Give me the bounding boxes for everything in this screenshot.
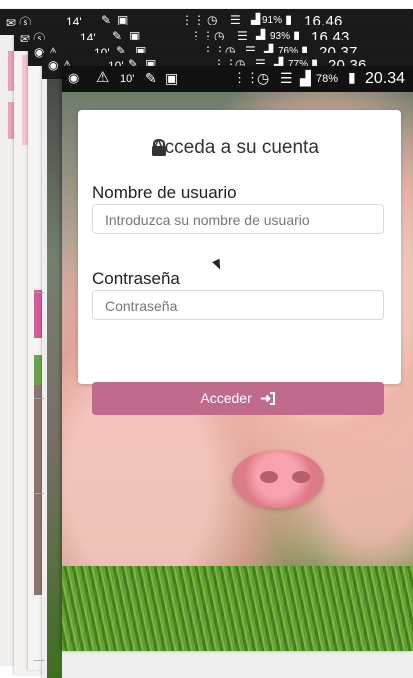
- wifi-icon: ☰: [280, 70, 293, 86]
- warning-icon: ⚠: [96, 69, 110, 86]
- dashed-mark: [34, 493, 44, 495]
- username-label: Nombre de usuario: [92, 183, 237, 202]
- login-button[interactable]: Acceder: [92, 382, 384, 415]
- password-label: Contraseña: [92, 269, 180, 288]
- background-photo-edge: [47, 79, 62, 678]
- battery-percent: 78%: [316, 73, 339, 85]
- stopwatch-icon: ◉: [68, 70, 80, 85]
- clipboard-icon: ▣: [165, 70, 179, 86]
- password-input[interactable]: Contraseña: [92, 290, 384, 320]
- dashed-mark: [34, 660, 44, 662]
- alarm-icon: ◷: [257, 70, 270, 86]
- front-phone-screen: ◉ ⚠ 10' ✎ ▣ ⋮⋮ ◷ ☰ ▟ 78% ▮ 20.34 Acceda …: [62, 66, 413, 651]
- grass-foreground: [62, 566, 413, 651]
- login-title: Acceda a su cuenta: [152, 137, 319, 158]
- pen-icon: ✎: [145, 70, 157, 86]
- pig-nostril: [260, 471, 278, 483]
- status-minutes: 10': [120, 73, 135, 85]
- dashed-mark: [34, 292, 44, 294]
- signal-icon: ▟: [300, 70, 311, 86]
- pig-snout: [232, 450, 324, 508]
- vibration-icon: ⋮⋮: [233, 70, 259, 85]
- login-icon: [260, 392, 275, 405]
- login-card: Acceda a su cuenta Nombre de usuario Int…: [78, 110, 401, 415]
- status-time: 20.34: [365, 70, 406, 87]
- battery-icon: ▮: [348, 69, 356, 85]
- username-input[interactable]: Introduzca su nombre de usuario: [92, 204, 384, 234]
- stacked-phone-screenshots: ✉ ⓢ 14' ✎ ▣ ⋮⋮ ◷ ☰ ▟ 91% ▮ 16.46 ✉ ⓢ 14'…: [0, 0, 413, 678]
- pig-nostril: [292, 471, 310, 483]
- dashed-mark: [34, 398, 44, 400]
- mouse-cursor: [212, 258, 224, 272]
- front-status-bar: ◉ ⚠ 10' ✎ ▣ ⋮⋮ ◷ ☰ ▟ 78% ▮ 20.34: [62, 66, 413, 92]
- login-button-label: Acceder: [200, 390, 252, 406]
